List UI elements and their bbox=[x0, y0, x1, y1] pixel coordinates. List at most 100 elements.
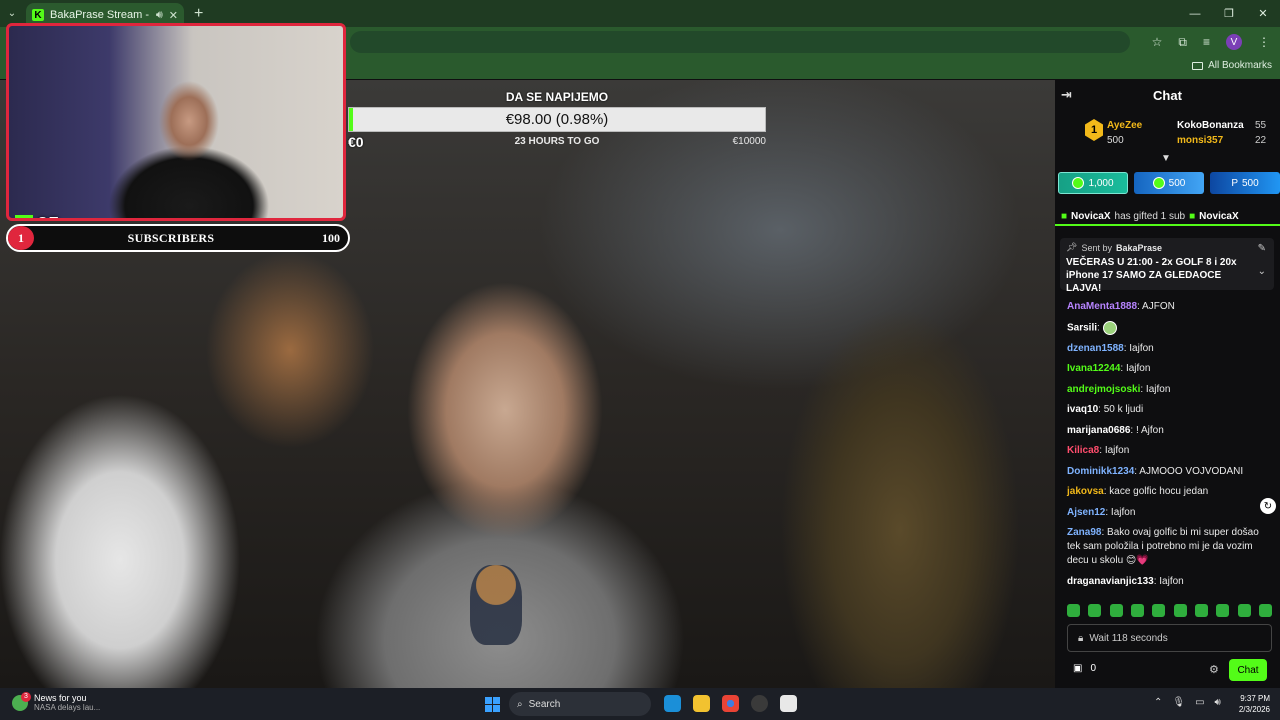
chat-username[interactable]: Ajsen12 bbox=[1067, 507, 1105, 518]
gift-button-1[interactable]: 1,000 bbox=[1058, 172, 1128, 194]
chat-username[interactable]: draganavianjic133 bbox=[1067, 576, 1154, 587]
chat-message: andrejmojsoski: Iajfon bbox=[1067, 383, 1171, 395]
leader-second-name[interactable]: KokoBonanza bbox=[1177, 120, 1244, 131]
subs-label: SUBSCRIBERS bbox=[127, 230, 215, 245]
chat-panel: ⇥ Chat 1 AyeZee 500 KokoBonanza 55 monsi… bbox=[1055, 80, 1280, 688]
taskbar-search[interactable]: ⌕ Search bbox=[509, 692, 651, 716]
chat-username[interactable]: Dominikk1234 bbox=[1067, 466, 1134, 477]
leaderboard: 1 AyeZee 500 KokoBonanza 55 monsi357 22 bbox=[1085, 117, 1275, 151]
kicks-count: 0 bbox=[1090, 663, 1097, 674]
goal-value: €98.00 (0.98%) bbox=[505, 111, 609, 128]
subs-goal: 100 bbox=[322, 230, 340, 245]
chevron-up-icon[interactable]: ⌃ bbox=[1154, 697, 1162, 708]
volume-icon[interactable]: 🔊︎ bbox=[1215, 697, 1221, 708]
emote-icon[interactable] bbox=[1088, 604, 1102, 617]
chat-username[interactable]: Ivana12244 bbox=[1067, 363, 1120, 374]
collapse-chat-icon[interactable]: ⇥ bbox=[1061, 87, 1072, 103]
pinned-author[interactable]: BakaPrase bbox=[1116, 243, 1162, 253]
webcam-overlay: K 25 bbox=[6, 23, 346, 221]
emote-icon[interactable] bbox=[1237, 604, 1251, 617]
media-icon[interactable]: ≡ bbox=[1203, 35, 1210, 49]
emote-icon[interactable] bbox=[1173, 604, 1187, 617]
menu-icon[interactable]: ⋮ bbox=[1258, 35, 1270, 49]
emote-icon[interactable] bbox=[1216, 604, 1230, 617]
window-controls: — ❐ ✕ bbox=[1178, 0, 1280, 27]
minimize-icon[interactable]: — bbox=[1178, 0, 1212, 27]
news-subtitle: NASA delays lau... bbox=[34, 703, 101, 712]
leader-third-name[interactable]: monsi357 bbox=[1177, 135, 1223, 146]
clock[interactable]: 9:37 PM 2/3/2026 bbox=[1226, 693, 1270, 715]
chat-username[interactable]: AnaMenta1888 bbox=[1067, 301, 1137, 312]
gift-button-3[interactable]: P 500 bbox=[1210, 172, 1280, 194]
gift-button-2[interactable]: 500 bbox=[1134, 172, 1204, 194]
rank-badge-icon: 1 bbox=[1085, 119, 1103, 141]
chat-username[interactable]: ivaq10 bbox=[1067, 404, 1098, 415]
wait-text: Wait 118 seconds bbox=[1089, 632, 1168, 644]
close-window-icon[interactable]: ✕ bbox=[1246, 0, 1280, 27]
file-explorer-icon[interactable] bbox=[693, 695, 710, 712]
chat-text: Iajfon bbox=[1159, 575, 1184, 587]
chat-username[interactable]: Kilica8 bbox=[1067, 445, 1099, 456]
chat-input[interactable]: 🔒︎ Wait 118 seconds bbox=[1067, 624, 1272, 652]
emote-icon[interactable] bbox=[1109, 604, 1123, 617]
unpin-icon[interactable]: ✎ bbox=[1258, 243, 1266, 254]
new-tab-icon[interactable]: + bbox=[194, 5, 203, 23]
tab-close-icon[interactable]: ✕ bbox=[169, 9, 178, 22]
chat-username[interactable]: dzenan1588 bbox=[1067, 343, 1124, 354]
chat-username[interactable]: Zana98 bbox=[1067, 527, 1101, 538]
emote-icon bbox=[1102, 320, 1117, 335]
display-icon[interactable]: ▭ bbox=[1195, 697, 1204, 708]
star-icon[interactable]: ☆ bbox=[1152, 35, 1163, 49]
shirt-logo bbox=[470, 565, 522, 645]
news-badge: 3 bbox=[21, 691, 31, 702]
maximize-icon[interactable]: ❐ bbox=[1212, 0, 1246, 27]
chat-message: AnaMenta1888: AJFON bbox=[1067, 301, 1175, 312]
news-widget[interactable]: 3 News for you NASA delays lau... bbox=[12, 691, 101, 712]
gift-3-label: 500 bbox=[1241, 177, 1259, 189]
chrome-icon[interactable] bbox=[722, 695, 739, 712]
search-icon: ⌕ bbox=[517, 698, 523, 710]
toolbar-icons: ☆ ⧉ ≡ V ⋮ bbox=[1152, 27, 1270, 57]
chevron-down-icon[interactable]: ⌄ bbox=[1258, 266, 1266, 277]
gift-1-label: 1,000 bbox=[1088, 177, 1114, 189]
omnibox[interactable] bbox=[350, 31, 1130, 53]
emote-icon[interactable] bbox=[1194, 604, 1208, 617]
edge-icon[interactable] bbox=[664, 695, 681, 712]
extensions-icon[interactable]: ⧉ bbox=[1178, 35, 1187, 50]
scroll-pause-icon[interactable]: ↻ bbox=[1260, 498, 1276, 514]
emote-icon[interactable] bbox=[1258, 604, 1272, 617]
chat-username[interactable]: andrejmojsoski bbox=[1067, 384, 1140, 395]
all-bookmarks[interactable]: All Bookmarks bbox=[1192, 60, 1272, 71]
chat-username[interactable]: Sarsili bbox=[1067, 322, 1097, 333]
app-icon[interactable] bbox=[780, 695, 797, 712]
windows-start-icon[interactable] bbox=[485, 697, 500, 712]
obs-icon[interactable] bbox=[751, 695, 768, 712]
subscribers-bar: 1 SUBSCRIBERS 100 bbox=[6, 224, 350, 252]
emote-icon[interactable] bbox=[1152, 604, 1166, 617]
leader-first-name[interactable]: AyeZee bbox=[1107, 120, 1142, 131]
send-chat-button[interactable]: Chat bbox=[1229, 659, 1267, 681]
gear-icon[interactable]: ⚙ bbox=[1209, 663, 1219, 676]
chat-username[interactable]: jakovsa bbox=[1067, 486, 1104, 497]
gifter-name[interactable]: NovicaX bbox=[1071, 211, 1110, 222]
emote-quickbar bbox=[1067, 604, 1272, 617]
chat-message: ivaq10: 50 k ljudi bbox=[1067, 404, 1144, 416]
microphone-icon[interactable]: 🎙︎ bbox=[1172, 697, 1185, 708]
kicks-balance[interactable]: ▣ 0 bbox=[1073, 663, 1096, 674]
coin-icon bbox=[1152, 177, 1165, 189]
profile-avatar[interactable]: V bbox=[1226, 34, 1242, 50]
chat-footer: ▣ 0 ⚙ Chat bbox=[1055, 658, 1280, 684]
chat-username[interactable]: marijana0686 bbox=[1067, 425, 1130, 436]
chat-message: draganavianjic133: Iajfon bbox=[1067, 575, 1184, 587]
gift-2-label: 500 bbox=[1168, 177, 1186, 189]
leader-first-value: 500 bbox=[1107, 135, 1124, 146]
audio-icon[interactable]: 🔊︎ bbox=[156, 9, 163, 22]
chat-text: Iajfon bbox=[1145, 383, 1171, 395]
emote-icon[interactable] bbox=[1130, 604, 1144, 617]
all-bookmarks-label: All Bookmarks bbox=[1208, 60, 1272, 71]
leaderboard-expand-icon[interactable]: ▼ bbox=[1161, 153, 1171, 164]
pinned-text: VEČERAS U 21:00 - 2x GOLF 8 i 20x iPhone… bbox=[1066, 257, 1237, 294]
chat-text: ! Ajfon bbox=[1135, 424, 1164, 436]
emote-icon[interactable] bbox=[1067, 604, 1080, 617]
date: 2/3/2026 bbox=[1238, 705, 1270, 714]
